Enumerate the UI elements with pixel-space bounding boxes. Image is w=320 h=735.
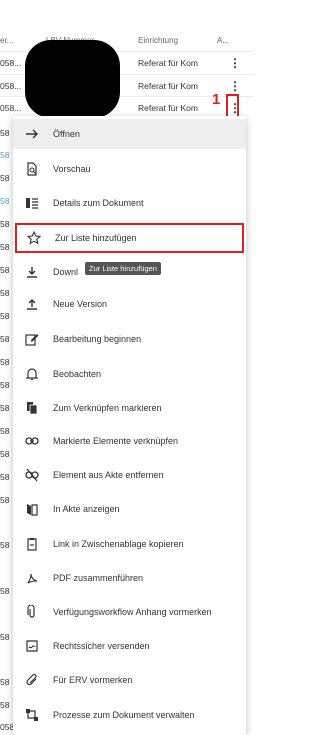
clipboard-link-icon — [24, 536, 40, 552]
menu-item-link-kopieren[interactable]: Link in Zwischenablage kopieren — [13, 529, 246, 559]
row-number-cell: 58 — [0, 700, 10, 710]
edit-icon — [24, 331, 40, 347]
row-number-cell: 58 — [0, 150, 10, 160]
menu-item-zur-liste-hinzufuegen[interactable]: Zur Liste hinzufügen — [15, 223, 244, 253]
menu-item-label: In Akte anzeigen — [53, 504, 120, 514]
menu-item-element-aus-akte-entfernen[interactable]: Element aus Akte entfernen — [13, 460, 246, 490]
column-header-nr[interactable]: er... — [0, 36, 13, 45]
menu-item-label: Zur Liste hinzufügen — [55, 233, 137, 243]
menu-item-zum-verknuepfen-markieren[interactable]: Zum Verknüpfen markieren — [13, 393, 246, 423]
row-number-cell: 58 — [0, 265, 10, 275]
step-1-highlight — [226, 94, 239, 118]
menu-item-label: Verfügungsworkflow Anhang vormerken — [53, 607, 212, 617]
row-number-cell: 58 — [0, 173, 10, 183]
tooltip: Zur Liste hinzufügen — [85, 262, 161, 275]
document-search-icon — [24, 161, 40, 177]
menu-item-in-akte-anzeigen[interactable]: In Akte anzeigen — [13, 494, 246, 524]
more-options-icon[interactable]: ⋮ — [229, 55, 241, 71]
link-icon — [24, 433, 40, 449]
attachment-icon — [24, 672, 40, 688]
row-number-cell: 058... — [0, 58, 22, 68]
row-number-cell: 58 — [0, 380, 10, 390]
menu-item-fuer-erv-vormerken[interactable]: Für ERV vormerken — [13, 665, 246, 695]
menu-item-label: Rechtssicher versenden — [53, 641, 150, 651]
menu-item-label: Zum Verknüpfen markieren — [53, 403, 162, 413]
bell-icon — [24, 366, 40, 382]
arrow-right-icon — [24, 126, 40, 142]
menu-item-label: Neue Version — [53, 299, 108, 309]
paperclip-icon — [24, 604, 40, 620]
star-icon — [26, 230, 42, 246]
context-menu: Öffnen Vorschau Details zum Dokument Zur… — [13, 116, 246, 735]
download-icon — [24, 264, 40, 280]
folder-book-icon — [24, 501, 40, 517]
einrichtung-cell: Referat für Kom — [138, 58, 198, 68]
row-number-cell: 58 — [0, 219, 10, 229]
row-number-cell: 58 — [0, 403, 10, 413]
menu-item-beobachten[interactable]: Beobachten — [13, 359, 246, 389]
menu-item-verfuegungsworkflow[interactable]: Verfügungsworkflow Anhang vormerken — [13, 597, 246, 627]
menu-item-label: Downl — [53, 267, 79, 277]
row-number-cell: 58 — [0, 288, 10, 298]
row-number-cell: 58 — [0, 495, 10, 505]
row-number-cell: 58 — [0, 426, 10, 436]
menu-item-label: Markierte Elemente verknüpfen — [53, 436, 179, 446]
column-header-einrichtung[interactable]: Einrichtung — [138, 36, 178, 45]
menu-item-label: Details zum Dokument — [53, 198, 144, 208]
einrichtung-cell: Referat für Kom — [138, 81, 198, 91]
row-number-cell: 58 — [0, 677, 10, 687]
row-number-cell: 58 — [0, 128, 10, 138]
menu-item-label: Vorschau — [53, 164, 91, 174]
menu-item-oeffnen[interactable]: Öffnen — [13, 119, 246, 149]
upload-icon — [24, 296, 40, 312]
step-1-label: 1 — [212, 91, 221, 108]
row-number-cell: 058... — [0, 103, 22, 113]
row-number-cell: 058... — [0, 81, 22, 91]
row-number-cell: 58 — [0, 242, 10, 252]
copy-docs-icon — [24, 400, 40, 416]
menu-item-bearbeitung-beginnen[interactable]: Bearbeitung beginnen — [13, 324, 246, 354]
row-number-cell: 58 — [0, 540, 10, 550]
row-number-cell: 58 — [0, 311, 10, 321]
more-options-icon[interactable]: ⋮ — [229, 78, 241, 94]
menu-item-label: Element aus Akte entfernen — [53, 470, 164, 480]
signed-document-icon — [24, 638, 40, 654]
row-number-cell: 58 — [0, 196, 10, 206]
unlink-icon — [24, 467, 40, 483]
menu-item-label: Link in Zwischenablage kopieren — [53, 539, 184, 549]
menu-item-label: Öffnen — [53, 129, 80, 139]
menu-item-label: PDF zusammenführen — [53, 573, 144, 583]
process-icon — [24, 707, 40, 723]
menu-item-details[interactable]: Details zum Dokument — [13, 188, 246, 218]
menu-item-pdf-zusammenfuehren[interactable]: PDF zusammenführen — [13, 563, 246, 593]
menu-item-markierte-elemente-verknuepfen[interactable]: Markierte Elemente verknüpfen — [13, 426, 246, 456]
menu-item-neue-version[interactable]: Neue Version — [13, 289, 246, 319]
row-number-cell: 58 — [0, 632, 10, 642]
details-list-icon — [24, 195, 40, 211]
row-number-cell: 58 — [0, 334, 10, 344]
row-number-cell: 58 — [0, 449, 10, 459]
row-number-cell: 58 — [0, 357, 10, 367]
redaction-blob — [35, 56, 113, 116]
einrichtung-cell: Referat für Kom — [138, 103, 198, 113]
menu-item-vorschau[interactable]: Vorschau — [13, 154, 246, 184]
row-number-cell: 58 — [0, 586, 10, 596]
column-header-a[interactable]: A... — [217, 36, 229, 45]
menu-item-label: Prozesse zum Dokument verwalten — [53, 710, 195, 720]
menu-item-label: Für ERV vormerken — [53, 675, 133, 685]
menu-item-rechtssicher-versenden[interactable]: Rechtssicher versenden — [13, 631, 246, 661]
menu-item-label: Beobachten — [53, 369, 102, 379]
row-number-cell: 58 — [0, 472, 10, 482]
menu-item-prozesse-verwalten[interactable]: Prozesse zum Dokument verwalten — [13, 700, 246, 730]
menu-item-label: Bearbeitung beginnen — [53, 334, 142, 344]
pdf-icon — [24, 570, 40, 586]
